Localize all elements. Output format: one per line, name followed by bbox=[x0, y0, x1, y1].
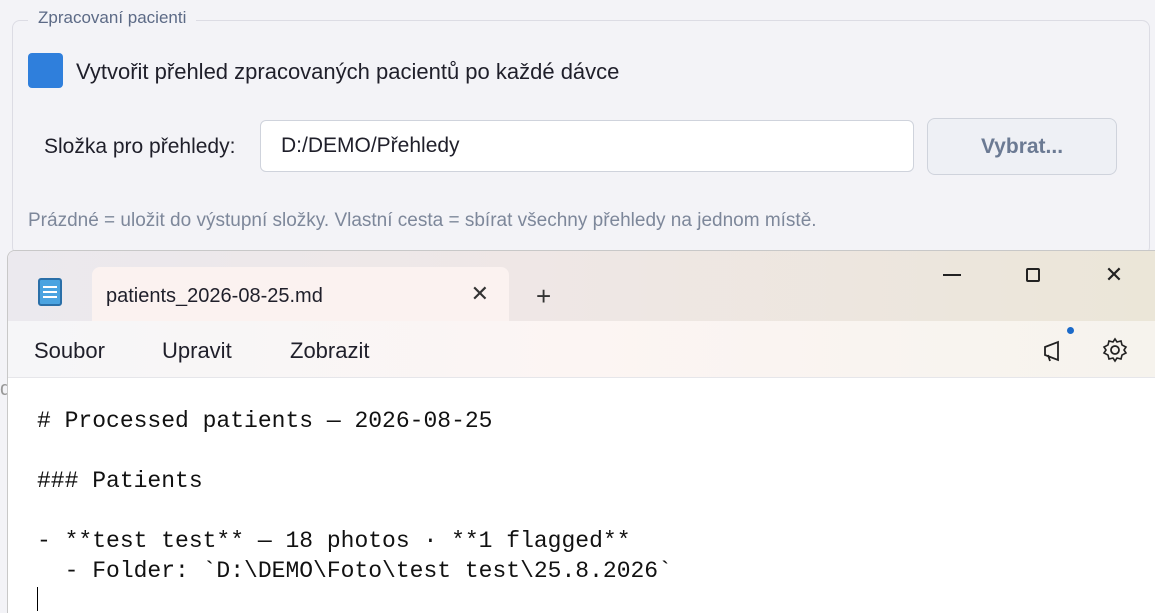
file-tab[interactable]: patients_2026-08-25.md ✕ bbox=[92, 267, 509, 321]
maximize-button[interactable] bbox=[1003, 257, 1063, 293]
folder-label: Složka pro přehledy: bbox=[44, 135, 236, 158]
folder-hint: Prázdné = uložit do výstupní složky. Vla… bbox=[28, 210, 817, 231]
group-title: Zpracovaní pacienti bbox=[28, 8, 197, 28]
choose-folder-button[interactable]: Vybrat... bbox=[927, 118, 1117, 175]
editor-line: # Processed patients — 2026-08-25 bbox=[37, 408, 493, 434]
editor-line: ### Patients bbox=[37, 468, 203, 494]
editor-line: - Folder: `D:\DEMO\Foto\test test\25.8.2… bbox=[37, 558, 672, 584]
create-overview-checkbox[interactable] bbox=[28, 53, 63, 88]
window-close-icon: ✕ bbox=[1104, 262, 1124, 287]
notepad-app-icon bbox=[38, 278, 62, 306]
menu-bar: Soubor Upravit Zobrazit bbox=[8, 321, 1155, 378]
window-close-button[interactable]: ✕ bbox=[1084, 257, 1144, 293]
editor-line: - **test test** — 18 photos · **1 flagge… bbox=[37, 528, 631, 554]
title-bar[interactable]: patients_2026-08-25.md ✕ + ✕ bbox=[8, 251, 1155, 321]
background-window-edge: d bbox=[0, 378, 7, 400]
close-icon[interactable]: ✕ bbox=[471, 281, 489, 307]
minimize-icon bbox=[943, 274, 961, 276]
notepad-window: patients_2026-08-25.md ✕ + ✕ Soubor Upra… bbox=[7, 250, 1155, 613]
menu-view[interactable]: Zobrazit bbox=[290, 338, 369, 364]
new-tab-button[interactable]: + bbox=[536, 281, 551, 312]
gear-icon[interactable] bbox=[1102, 337, 1128, 363]
maximize-icon bbox=[1026, 268, 1040, 282]
text-caret bbox=[37, 587, 38, 611]
notification-dot bbox=[1067, 327, 1074, 334]
menu-edit[interactable]: Upravit bbox=[162, 338, 232, 364]
megaphone-icon[interactable] bbox=[1042, 339, 1072, 363]
menu-file[interactable]: Soubor bbox=[34, 338, 105, 364]
minimize-button[interactable] bbox=[922, 257, 982, 293]
overview-folder-input[interactable] bbox=[260, 120, 914, 172]
create-overview-label[interactable]: Vytvořit přehled zpracovaných pacientů p… bbox=[76, 59, 619, 85]
text-editor[interactable]: # Processed patients — 2026-08-25 ### Pa… bbox=[8, 378, 1155, 613]
tab-title: patients_2026-08-25.md bbox=[106, 285, 323, 307]
